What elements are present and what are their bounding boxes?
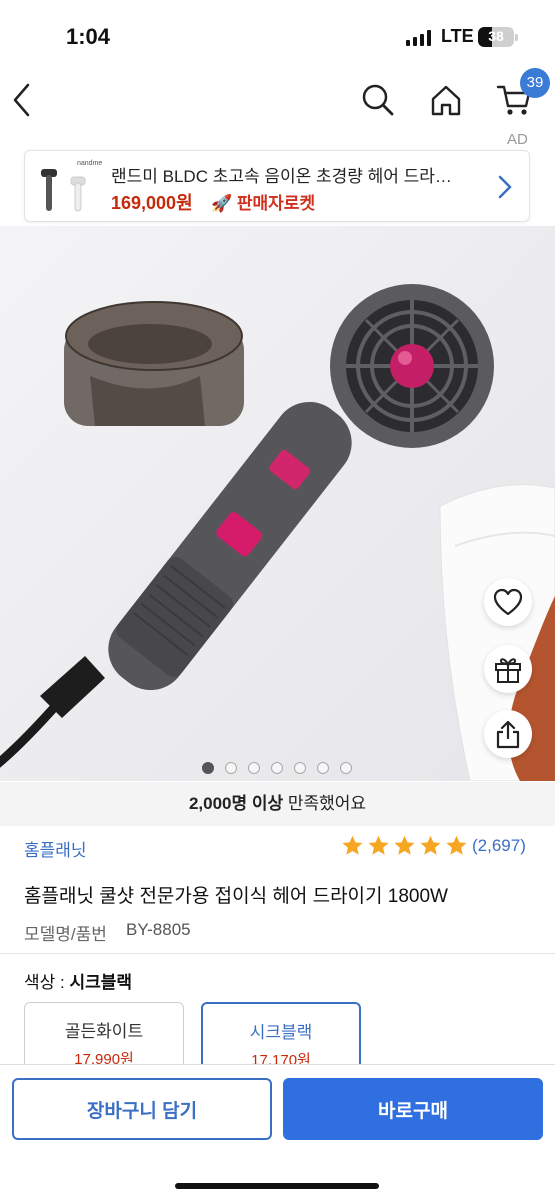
search-icon (362, 84, 394, 116)
network-label: LTE (441, 26, 474, 46)
status-time: 1:04 (66, 24, 111, 49)
wishlist-button[interactable] (484, 578, 532, 626)
model-value: BY-8805 (126, 920, 191, 939)
ad-title: 랜드미 BLDC 초고속 음이온 초경량 헤어 드라… (111, 167, 452, 186)
satisfaction-count: 2,000명 이상 (188, 794, 284, 813)
star-icon (446, 835, 467, 855)
buy-now-button[interactable]: 바로구매 (283, 1078, 543, 1140)
color-option-label: 색상 : 시크블랙 (24, 968, 132, 993)
color-option-name: 골든화이트 (64, 1022, 144, 1041)
bottom-action-bar: 장바구니 담기 바로구매 (0, 1064, 555, 1200)
share-icon (496, 720, 520, 749)
ad-label: AD (507, 131, 528, 148)
brand-link[interactable]: 홈플래닛 (24, 836, 87, 861)
share-button[interactable] (484, 710, 532, 758)
product-photo (0, 284, 555, 781)
star-icon (420, 835, 441, 855)
battery-icon: 38 (478, 27, 514, 47)
chevron-left-icon (13, 83, 30, 117)
gallery-dot[interactable] (202, 762, 214, 774)
star-icon (394, 835, 415, 855)
ad-banner[interactable]: nandme 랜드미 BLDC 초고속 음이온 초경량 헤어 드라… 169,0… (24, 150, 530, 222)
review-count-link[interactable]: (2,697) (472, 836, 526, 856)
signal-icon (406, 30, 431, 46)
gallery-dot[interactable] (248, 762, 260, 774)
chevron-right-icon (498, 175, 512, 199)
selected-color-name: 시크블랙 (69, 973, 133, 992)
battery-level: 38 (488, 28, 504, 44)
divider (0, 953, 555, 954)
ad-product-thumbnail: nandme (41, 160, 102, 212)
gallery-dot[interactable] (271, 762, 283, 774)
status-bar: 1:04 LTE 38 (0, 0, 555, 70)
search-button[interactable] (356, 78, 400, 122)
product-title: 홈플래닛 쿨샷 전문가용 접이식 헤어 드라이기 1800W (24, 886, 448, 907)
color-option-golden-white[interactable]: 골든화이트 17,990원 (24, 1002, 184, 1072)
ad-delivery-badge: 🚀 판매자로켓 (211, 194, 316, 213)
gallery-dot[interactable] (225, 762, 237, 774)
add-to-cart-button[interactable]: 장바구니 담기 (12, 1078, 272, 1140)
satisfaction-banner: 2,000명 이상 만족했어요 (0, 782, 555, 826)
star-icon (342, 835, 363, 855)
ad-thumb-brand: nandme (77, 160, 102, 167)
gallery-dot[interactable] (294, 762, 306, 774)
gift-icon (495, 658, 521, 683)
ad-price: 169,000원 (111, 193, 193, 213)
rating-stars (340, 834, 469, 858)
star-icon (368, 835, 389, 855)
gallery-pagination[interactable] (202, 762, 352, 774)
home-icon (431, 85, 461, 116)
model-label: 모델명/품번 (24, 925, 107, 944)
heart-icon (493, 588, 523, 616)
satisfaction-text: 만족했어요 (287, 794, 367, 813)
gallery-dot[interactable] (317, 762, 329, 774)
color-label-prefix: 색상 : (24, 973, 65, 992)
color-option-name: 시크블랙 (249, 1023, 313, 1042)
home-button[interactable] (424, 78, 468, 122)
product-image-gallery[interactable] (0, 226, 555, 781)
color-option-chic-black[interactable]: 시크블랙 17,170원 (201, 1002, 361, 1072)
gallery-dot[interactable] (340, 762, 352, 774)
cart-count-badge: 39 (520, 68, 550, 98)
gift-button[interactable] (484, 645, 532, 693)
top-nav (0, 70, 555, 130)
home-indicator (175, 1183, 379, 1189)
back-button[interactable] (0, 78, 44, 122)
